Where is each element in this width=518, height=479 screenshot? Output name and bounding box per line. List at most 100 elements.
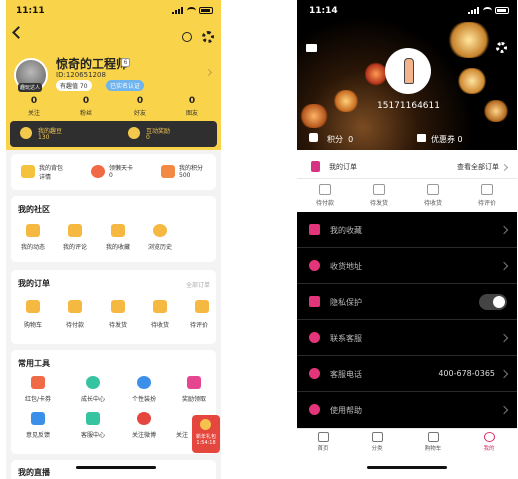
moments-icon	[26, 224, 40, 237]
service-phone-number: 400-678-0365	[438, 369, 495, 378]
status-review[interactable]: 待评价	[467, 184, 507, 207]
tool-feedback[interactable]: 意见反馈	[18, 430, 58, 439]
orders-title: 我的订单	[329, 163, 357, 171]
menu-help[interactable]: 使用帮助	[297, 392, 517, 428]
menu-service-phone[interactable]: 客服电话 400-678-0365	[297, 356, 517, 392]
weibo-icon	[137, 412, 151, 425]
screenshot-canvas: 11:11 趣玩达人 惊奇的工程师 6 ID:120651208 有趣值 70 …	[0, 0, 518, 479]
community-comments[interactable]: 我的评论	[55, 242, 95, 251]
mail-icon[interactable]	[306, 44, 317, 52]
signal-icon	[468, 7, 480, 14]
status-unreceived[interactable]: 待收货	[413, 184, 453, 207]
settings-gear-icon[interactable]	[202, 31, 214, 43]
tool-growth[interactable]: 成长中心	[73, 394, 113, 403]
truck-icon	[427, 184, 439, 195]
tool-reward[interactable]: 奖励领取	[174, 394, 214, 403]
back-arrow-icon[interactable]	[12, 26, 25, 39]
tab-category[interactable]: 分类	[357, 432, 397, 452]
location-pin-icon	[309, 260, 320, 271]
menu-privacy: 隐私保护	[297, 284, 517, 320]
lantern-decor	[299, 104, 329, 128]
profile-header: 11:11 趣玩达人 惊奇的工程师 6 ID:120651208 有趣值 70 …	[6, 0, 221, 150]
chevron-right-icon	[499, 261, 509, 271]
tool-service[interactable]: 客服中心	[73, 430, 113, 439]
tab-home[interactable]: 首页	[303, 432, 343, 452]
favorites-icon	[111, 224, 125, 237]
status-unshipped[interactable]: 待发货	[359, 184, 399, 207]
quick-backpack[interactable]: 我的背包	[39, 163, 63, 172]
menu-address[interactable]: 收货地址	[297, 248, 517, 284]
box-icon	[373, 184, 385, 195]
right-phone-screen: 11:14 15171164611 积分 0 优惠券 0 我的订单 查看全部订单…	[297, 0, 517, 479]
points-label[interactable]: 积分 0	[327, 134, 353, 145]
coupon-icon	[417, 134, 426, 142]
lantern-decor	[483, 100, 509, 122]
stat-fans[interactable]: 0 粉丝	[66, 96, 106, 117]
menu-contact-service[interactable]: 联系客服	[297, 320, 517, 356]
search-circle-icon[interactable]	[182, 32, 192, 42]
theme-icon	[137, 376, 151, 389]
home-icon	[317, 432, 329, 442]
privacy-toggle[interactable]	[479, 294, 507, 310]
my-orders-row[interactable]: 我的订单 查看全部订单	[297, 155, 517, 179]
battery-icon	[199, 7, 213, 14]
settings-gear-icon[interactable]	[496, 42, 507, 53]
profile-header-dark: 11:14 15171164611 积分 0 优惠券 0	[297, 0, 517, 150]
order-unreceived[interactable]: 待收货	[140, 320, 180, 329]
tool-theme[interactable]: 个性装扮	[124, 394, 164, 403]
chevron-right-icon	[500, 163, 509, 172]
view-all-orders[interactable]: 查看全部订单	[457, 162, 499, 172]
stat-following[interactable]: 0 关注	[14, 96, 54, 117]
status-unpaid[interactable]: 待付款	[305, 184, 345, 207]
coupon-icon	[31, 376, 45, 389]
stat-friends[interactable]: 0 好友	[120, 96, 160, 117]
community-favorites[interactable]: 我的收藏	[98, 242, 138, 251]
tab-cart[interactable]: 购物车	[413, 432, 453, 452]
lantern-decor	[333, 90, 359, 112]
orders-title: 我的订单	[18, 279, 50, 288]
level-badge-icon: 6	[121, 58, 130, 67]
profile-chevron-icon[interactable]	[204, 68, 213, 77]
wifi-icon	[187, 7, 196, 14]
chevron-right-icon	[499, 333, 509, 343]
community-history[interactable]: 浏览历史	[140, 242, 180, 251]
phone-icon	[309, 368, 320, 379]
community-moments[interactable]: 我的动态	[13, 242, 53, 251]
order-cart[interactable]: 购物车	[13, 320, 53, 329]
order-review[interactable]: 待评价	[182, 320, 216, 329]
daycard-icon	[91, 165, 105, 178]
order-icon	[311, 161, 320, 172]
avatar[interactable]	[385, 48, 431, 94]
order-unpaid[interactable]: 待付款	[55, 320, 95, 329]
menu-favorites[interactable]: 我的收藏	[297, 212, 517, 248]
chevron-right-icon	[499, 225, 509, 235]
all-orders-link[interactable]: 全部订单	[186, 280, 210, 289]
history-icon	[153, 224, 167, 237]
tool-weibo[interactable]: 关注微博	[124, 430, 164, 439]
gift-icon	[187, 376, 201, 389]
tools-title: 常用工具	[18, 359, 50, 368]
quick-daycard[interactable]: 领懒天卡	[109, 163, 133, 172]
order-unshipped[interactable]: 待发货	[98, 320, 138, 329]
coupon-label[interactable]: 优惠券 0	[431, 134, 463, 145]
backpack-icon	[21, 165, 35, 178]
avatar-tag: 趣玩达人	[18, 83, 43, 92]
community-title: 我的社区	[18, 205, 50, 214]
user-icon	[483, 432, 495, 442]
left-phone-screen: 11:11 趣玩达人 惊奇的工程师 6 ID:120651208 有趣值 70 …	[6, 0, 221, 479]
stat-picfriends[interactable]: 0 图友	[172, 96, 212, 117]
verify-badge[interactable]: 已实名认证	[106, 80, 145, 91]
new-year-gift-float[interactable]: 新年礼包 1:54:18	[192, 415, 220, 453]
chat-bubble-icon	[309, 332, 320, 343]
bottom-tab-bar: 首页 分类 购物车 我的	[297, 428, 517, 458]
truck-icon	[153, 300, 167, 313]
tool-coupon[interactable]: 红包/卡券	[18, 394, 58, 403]
quick-row: 我的背包 详情 领懒天卡 0 我的积分 500	[11, 154, 216, 190]
wallet-icon	[319, 184, 331, 195]
user-name: 惊奇的工程师	[56, 57, 129, 71]
tab-mine[interactable]: 我的	[469, 432, 509, 452]
quick-points[interactable]: 我的积分	[179, 163, 203, 172]
community-card: 我的社区 我的动态 我的评论 我的收藏 浏览历史	[11, 196, 216, 262]
battery-icon	[495, 7, 509, 14]
lantern-decor	[365, 62, 387, 86]
